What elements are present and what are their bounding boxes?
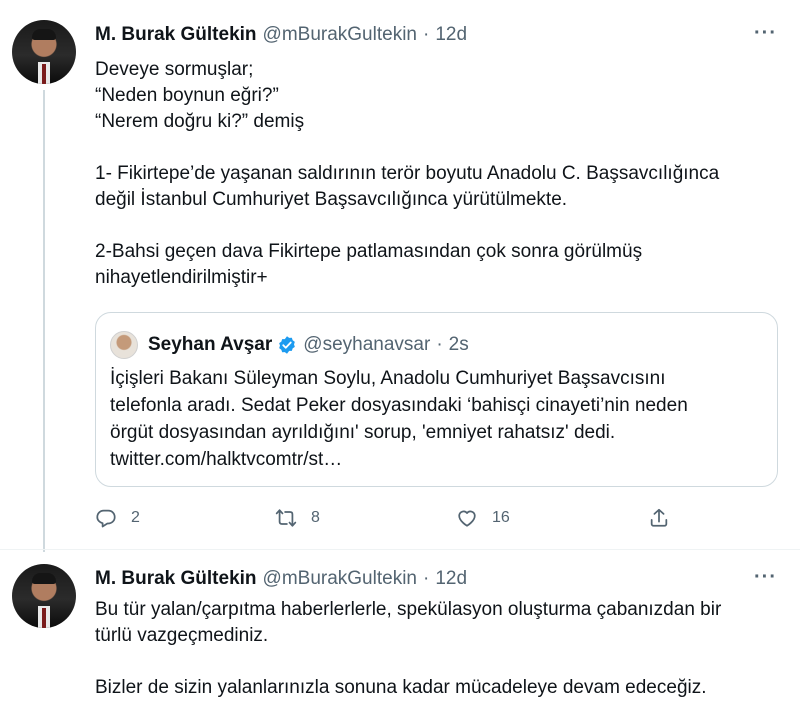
more-options-icon[interactable]: ···: [754, 22, 777, 45]
retweet-count: 8: [311, 509, 320, 526]
reply-icon: [96, 509, 116, 528]
author-avatar[interactable]: [12, 564, 76, 628]
tweet-header: M. Burak Gültekin @mBurakGultekin · 12d: [95, 568, 467, 590]
tweet-line: 2-Bahsi geçen dava Fikirtepe patlamasınd…: [95, 241, 643, 262]
reply-count: 2: [131, 509, 140, 526]
tweet-line: [95, 649, 785, 675]
author-name[interactable]: M. Burak Gültekin: [95, 24, 257, 46]
tweet-line: değil İstanbul Cumhuriyet Başsavcılığınc…: [95, 189, 568, 210]
thread-connector-line: [43, 90, 45, 552]
retweet-button[interactable]: 8: [275, 507, 320, 529]
quoted-tweet-text: İçişleri Bakanı Süleyman Soylu, Anadolu …: [110, 365, 760, 473]
reply-button[interactable]: 2: [95, 507, 140, 529]
tweet-line: Bizler de sizin yalanlarınızla sonuna ka…: [95, 677, 707, 698]
quoted-line: örgüt dosyasından ayrıldığını' sorup, 'e…: [110, 422, 616, 443]
tweet-line: Deveye sormuşlar;: [95, 59, 254, 80]
tweet-header: M. Burak Gültekin @mBurakGultekin · 12d: [95, 24, 467, 46]
tweet-line: “Neden boynun eğri?”: [95, 85, 279, 106]
tweet-line: 1- Fikirtepe’de yaşanan saldırının terör…: [95, 163, 720, 184]
quoted-author-avatar: [110, 331, 138, 359]
author-handle[interactable]: @mBurakGultekin: [263, 568, 417, 590]
author-avatar[interactable]: [12, 20, 76, 84]
more-options-icon[interactable]: ···: [754, 566, 777, 589]
tweet-text: Bu tür yalan/çarpıtma haberlerlerle, spe…: [95, 597, 785, 701]
tweet-line: [95, 213, 785, 239]
author-name[interactable]: M. Burak Gültekin: [95, 568, 257, 590]
separator-dot: ·: [422, 568, 430, 589]
quoted-author-handle: @seyhanavsar: [303, 334, 431, 355]
like-button[interactable]: 16: [456, 507, 510, 529]
tweet-text: Deveye sormuşlar; “Neden boynun eğri?” “…: [95, 57, 785, 291]
share-button[interactable]: [648, 507, 684, 529]
share-icon: [650, 508, 668, 527]
separator-dot: ·: [436, 334, 443, 355]
quoted-author-name: Seyhan Avşar: [148, 334, 273, 355]
quoted-line: İçişleri Bakanı Süleyman Soylu, Anadolu …: [110, 368, 666, 389]
like-count: 16: [492, 509, 510, 526]
author-handle[interactable]: @mBurakGultekin: [263, 24, 417, 46]
tweet-line: Bu tür yalan/çarpıtma haberlerlerle, spe…: [95, 599, 722, 620]
tweet-line: “Nerem doğru ki?” demiş: [95, 111, 305, 132]
retweet-icon: [275, 509, 297, 527]
like-icon: [458, 510, 476, 527]
tweet-line: nihayetlendirilmiştir+: [95, 267, 268, 288]
quoted-tweet-timestamp: 2s: [448, 334, 469, 355]
tweet-timestamp[interactable]: 12d: [435, 24, 467, 46]
quoted-tweet-header: Seyhan Avşar @seyhanavsar · 2s: [110, 331, 469, 359]
quoted-tweet-card[interactable]: Seyhan Avşar @seyhanavsar · 2s İçişleri …: [95, 312, 778, 487]
tweet-line: türlü vazgeçmediniz.: [95, 625, 269, 646]
tweet-timestamp[interactable]: 12d: [435, 568, 467, 590]
tweet-actions-bar: 2 8 16: [95, 507, 695, 533]
tweet-line: [95, 135, 785, 161]
verified-badge-icon: [279, 336, 296, 354]
quoted-link[interactable]: twitter.com/halktvcomtr/st…: [110, 446, 760, 473]
tweet-divider: [0, 549, 800, 550]
quoted-line: telefonla aradı. Sedat Peker dosyasındak…: [110, 395, 688, 416]
separator-dot: ·: [422, 24, 430, 45]
